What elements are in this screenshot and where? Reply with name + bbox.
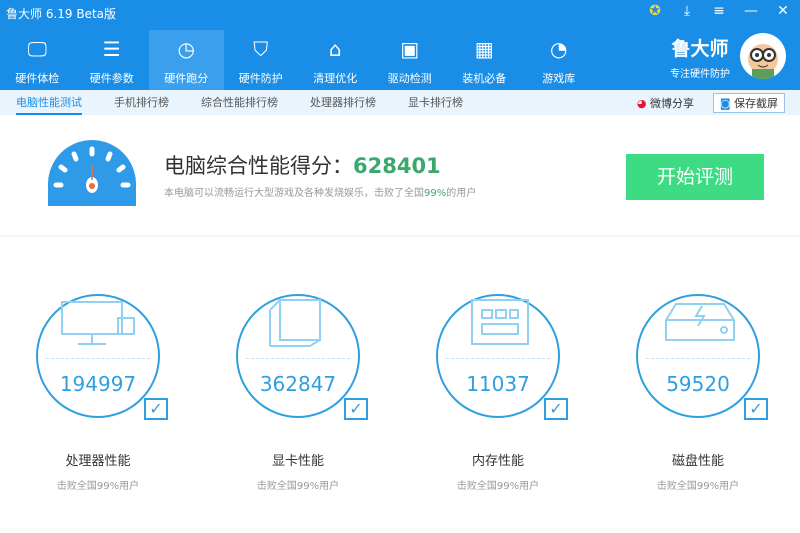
screenshot-label: 保存截屏	[734, 97, 778, 110]
weibo-icon: ◕	[636, 97, 647, 110]
nav-label: 驱动检测	[387, 72, 432, 85]
memory-score-card[interactable]: 11037 ✓ 内存性能 击败全国99%用户	[433, 294, 568, 492]
disk-drive-icon	[665, 303, 735, 341]
list-icon: ☰	[102, 37, 121, 61]
share-label: 微博分享	[650, 97, 694, 110]
card-sublabel: 击败全国99%用户	[256, 481, 340, 492]
avatar[interactable]	[740, 33, 786, 79]
nav-label: 硬件参数	[89, 72, 134, 85]
desc-percent: 99%	[424, 188, 447, 199]
score-circle: 194997 ✓	[36, 294, 168, 420]
nav-label: 游戏库	[542, 72, 576, 85]
disk-score-card[interactable]: 59520 ✓ 磁盘性能 击败全国99%用户	[633, 294, 768, 492]
menu-icon[interactable]: ≡	[710, 3, 728, 19]
nav-item-games[interactable]: ◔ 游戏库	[522, 30, 597, 90]
card-label: 显卡性能	[271, 454, 324, 469]
main-nav: 🖵 硬件体检 ☰ 硬件参数 ◷ 硬件跑分 ⛉ 硬件防护 ⌂ 清理优化 ▣ 驱动检测 ▦ 装机必…	[0, 30, 596, 90]
subtab-cpu-rank[interactable]: 处理器排行榜	[310, 90, 376, 115]
gpu-score-card[interactable]: 362847 ✓ 显卡性能 击败全国99%用户	[233, 294, 368, 492]
gpu-cube-icon	[269, 299, 321, 347]
desc-text: 本电脑可以流畅运行大型游戏及各种发烧娱乐，击败了全国	[164, 188, 424, 199]
nav-label: 装机必备	[462, 72, 507, 85]
nav-item-cleanup[interactable]: ⌂ 清理优化	[298, 30, 373, 90]
card-label: 内存性能	[471, 454, 524, 469]
broom-icon: ⌂	[328, 37, 342, 61]
score-circle: 362847 ✓	[236, 294, 368, 420]
disk-score: 59520	[666, 372, 730, 396]
subtab-pc-test[interactable]: 电脑性能测试	[16, 90, 82, 115]
toolbox-icon: ▣	[400, 37, 420, 61]
divider	[46, 358, 150, 359]
brand-slogan: 专注硬件防护	[670, 69, 730, 80]
desc-text-end: 的用户	[446, 188, 477, 199]
cpu-monitor-icon	[61, 301, 135, 345]
score-description: 本电脑可以流畅运行大型游戏及各种发烧娱乐，击败了全国99%的用户	[164, 184, 476, 199]
nav-item-hardware-params[interactable]: ☰ 硬件参数	[75, 30, 150, 90]
download-icon[interactable]: ⤓	[678, 3, 696, 19]
close-icon[interactable]: ✕	[774, 3, 792, 19]
nav-item-benchmark[interactable]: ◷ 硬件跑分	[149, 30, 224, 90]
nav-label: 硬件跑分	[164, 72, 209, 85]
checkbox-icon[interactable]: ✓	[144, 398, 168, 420]
brand: 鲁大师 专注硬件防护	[670, 34, 730, 80]
subtab-gpu-rank[interactable]: 显卡排行榜	[408, 90, 463, 115]
cpu-score: 194997	[59, 372, 137, 396]
divider	[246, 358, 350, 359]
card-sublabel: 击败全国99%用户	[56, 481, 140, 492]
save-screenshot-button[interactable]: ◙ 保存截屏	[712, 93, 785, 113]
checkbox-icon[interactable]: ✓	[344, 398, 368, 420]
card-sublabel: 击败全国99%用户	[656, 481, 740, 492]
brand-name: 鲁大师	[671, 38, 729, 60]
window-controls: ✪ ⤓ ≡ — ✕	[646, 3, 792, 19]
nav-item-essentials[interactable]: ▦ 装机必备	[447, 30, 522, 90]
speedometer-icon: ◷	[177, 37, 195, 61]
score-label: 电脑综合性能得分：	[164, 154, 353, 178]
cpu-score-card[interactable]: 194997 ✓ 处理器性能 击败全国99%用户	[33, 294, 168, 492]
nav-item-hardware-check[interactable]: 🖵 硬件体检	[0, 30, 75, 90]
medal-icon[interactable]: ✪	[646, 3, 664, 19]
score-heading: 电脑综合性能得分：628401	[164, 150, 441, 180]
divider	[0, 235, 800, 237]
divider	[646, 358, 750, 359]
checkbox-icon[interactable]: ✓	[544, 398, 568, 420]
nav-label: 硬件体检	[15, 72, 60, 85]
start-benchmark-button[interactable]: 开始评测	[626, 154, 764, 200]
subtab-overall-rank[interactable]: 综合性能排行榜	[201, 90, 278, 115]
nav-label: 硬件防护	[238, 72, 283, 85]
card-label: 处理器性能	[65, 454, 131, 469]
divider	[446, 358, 550, 359]
monitor-icon: 🖵	[27, 37, 47, 61]
nav-label: 清理优化	[313, 72, 358, 85]
camera-icon: ◙	[719, 97, 731, 110]
subtab-bar: 电脑性能测试 手机排行榜 综合性能排行榜 处理器排行榜 显卡排行榜 ◕ 微博分享…	[0, 90, 800, 115]
nav-item-protection[interactable]: ⛉ 硬件防护	[224, 30, 299, 90]
pacman-icon: ◔	[550, 37, 568, 61]
checkbox-icon[interactable]: ✓	[744, 398, 768, 420]
memory-chip-icon	[471, 299, 529, 345]
score-circle: 11037 ✓	[436, 294, 568, 420]
weibo-share-button[interactable]: ◕ 微博分享	[637, 95, 694, 111]
minimize-icon[interactable]: —	[742, 3, 760, 19]
speedometer-icon	[48, 140, 136, 206]
card-label: 磁盘性能	[671, 454, 724, 469]
apps-icon: ▦	[474, 37, 494, 61]
score-value: 628401	[353, 154, 441, 178]
nav-item-drivers[interactable]: ▣ 驱动检测	[373, 30, 448, 90]
shield-icon: ⛉	[253, 37, 269, 61]
subtab-phone-rank[interactable]: 手机排行榜	[114, 90, 169, 115]
score-circle: 59520 ✓	[636, 294, 768, 420]
gpu-score: 362847	[259, 372, 337, 396]
memory-score: 11037	[466, 372, 530, 396]
app-title: 鲁大师 6.19 Beta版	[6, 7, 117, 21]
top-bar: 鲁大师 6.19 Beta版 ✪ ⤓ ≡ — ✕ 🖵 硬件体检 ☰ 硬件参数 ◷ 硬件…	[0, 0, 800, 90]
card-sublabel: 击败全国99%用户	[456, 481, 540, 492]
